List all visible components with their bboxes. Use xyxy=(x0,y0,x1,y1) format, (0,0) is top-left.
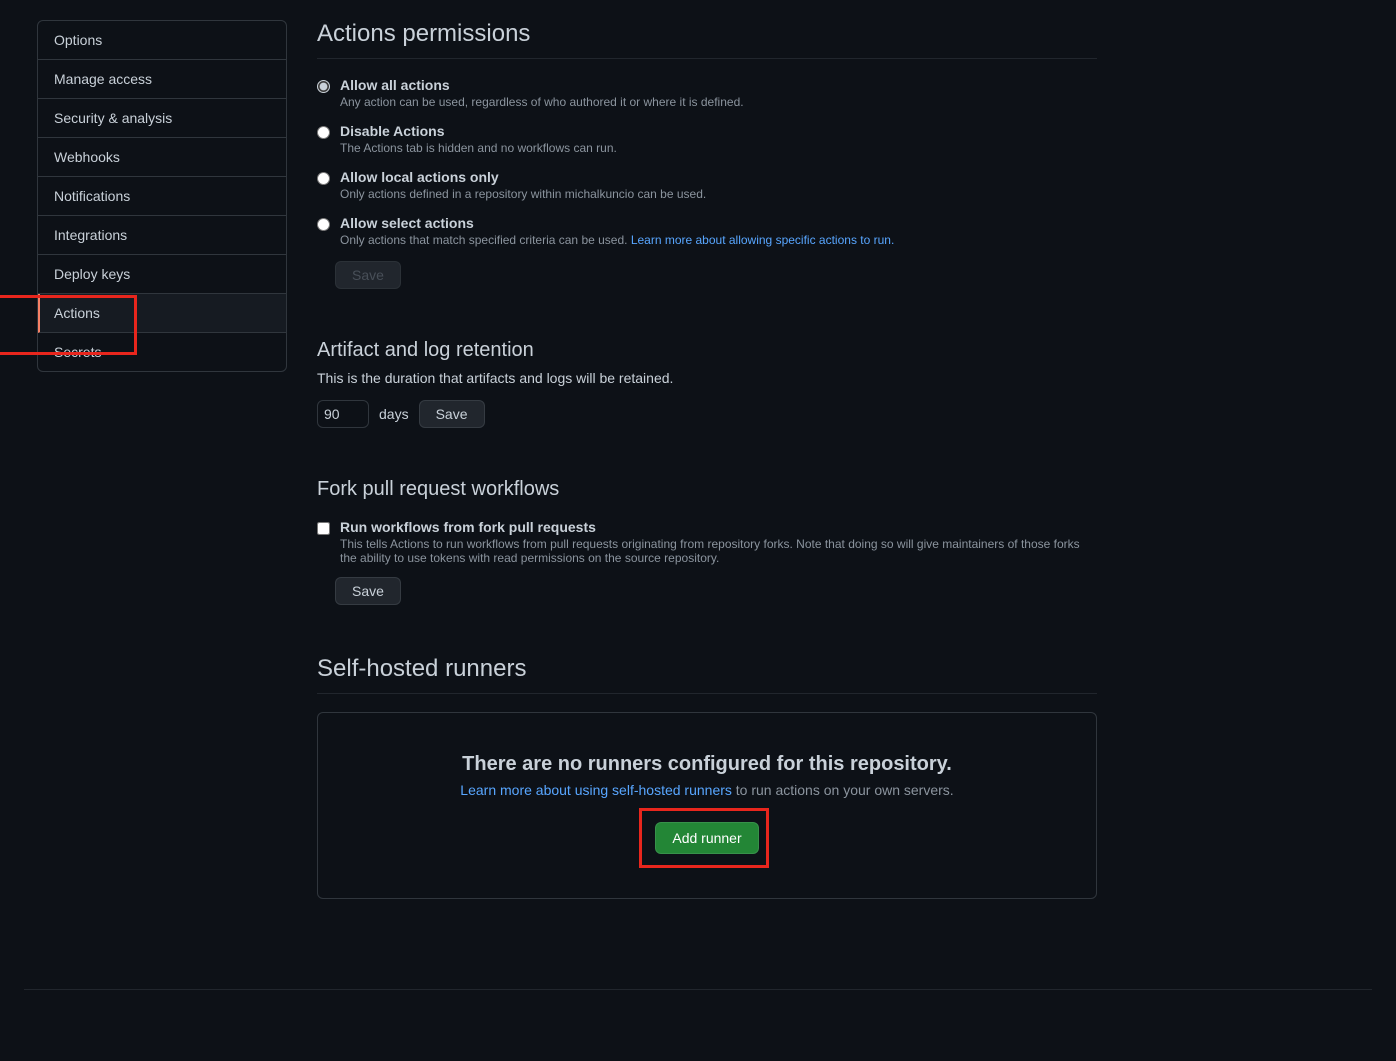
sidebar-item-actions[interactable]: Actions xyxy=(38,294,286,333)
sidebar-item-deploy-keys[interactable]: Deploy keys xyxy=(38,255,286,294)
runners-empty-sub: Learn more about using self-hosted runne… xyxy=(342,782,1072,798)
sidebar-item-integrations[interactable]: Integrations xyxy=(38,216,286,255)
retention-days-input[interactable] xyxy=(317,400,369,428)
permission-option-local[interactable]: Allow local actions only Only actions de… xyxy=(317,169,1097,201)
settings-sidebar: Options Manage access Security & analysi… xyxy=(37,20,287,372)
runners-empty-state: There are no runners configured for this… xyxy=(317,712,1097,899)
fork-checkbox-desc: This tells Actions to run workflows from… xyxy=(340,537,1097,565)
permissions-save-button[interactable]: Save xyxy=(335,261,401,289)
runners-empty-title: There are no runners configured for this… xyxy=(342,753,1072,776)
runners-heading: Self-hosted runners xyxy=(317,655,1097,694)
radio-allow-all[interactable] xyxy=(317,80,330,93)
footer-divider xyxy=(24,989,1372,990)
runners-learn-link[interactable]: Learn more about using self-hosted runne… xyxy=(460,782,732,798)
option-desc: The Actions tab is hidden and no workflo… xyxy=(340,141,1097,155)
retention-desc: This is the duration that artifacts and … xyxy=(317,370,1097,386)
permission-option-select[interactable]: Allow select actions Only actions that m… xyxy=(317,215,1097,247)
sidebar-item-security-analysis[interactable]: Security & analysis xyxy=(38,99,286,138)
sidebar-item-secrets[interactable]: Secrets xyxy=(38,333,286,371)
radio-disable[interactable] xyxy=(317,126,330,139)
permission-option-disable[interactable]: Disable Actions The Actions tab is hidde… xyxy=(317,123,1097,155)
learn-more-link[interactable]: Learn more about allowing specific actio… xyxy=(631,233,894,247)
permissions-heading: Actions permissions xyxy=(317,20,1097,59)
option-desc: Any action can be used, regardless of wh… xyxy=(340,95,1097,109)
sidebar-item-notifications[interactable]: Notifications xyxy=(38,177,286,216)
fork-checkbox[interactable] xyxy=(317,522,330,535)
main-content: Actions permissions Allow all actions An… xyxy=(287,20,1127,939)
fork-heading: Fork pull request workflows xyxy=(317,478,1097,501)
retention-save-button[interactable]: Save xyxy=(419,400,485,428)
option-desc: Only actions defined in a repository wit… xyxy=(340,187,1097,201)
radio-select[interactable] xyxy=(317,218,330,231)
fork-save-button[interactable]: Save xyxy=(335,577,401,605)
option-title: Allow all actions xyxy=(340,77,1097,93)
fork-checkbox-label: Run workflows from fork pull requests xyxy=(340,519,1097,535)
sidebar-item-options[interactable]: Options xyxy=(38,21,286,60)
permission-option-allow-all[interactable]: Allow all actions Any action can be used… xyxy=(317,77,1097,109)
option-desc: Only actions that match specified criter… xyxy=(340,233,1097,247)
option-title: Allow select actions xyxy=(340,215,1097,231)
fork-checkbox-row[interactable]: Run workflows from fork pull requests Th… xyxy=(317,519,1097,565)
days-label: days xyxy=(379,406,409,422)
add-runner-button[interactable]: Add runner xyxy=(655,822,758,854)
sidebar-item-webhooks[interactable]: Webhooks xyxy=(38,138,286,177)
radio-local[interactable] xyxy=(317,172,330,185)
option-title: Allow local actions only xyxy=(340,169,1097,185)
sidebar-item-manage-access[interactable]: Manage access xyxy=(38,60,286,99)
retention-heading: Artifact and log retention xyxy=(317,339,1097,362)
option-title: Disable Actions xyxy=(340,123,1097,139)
